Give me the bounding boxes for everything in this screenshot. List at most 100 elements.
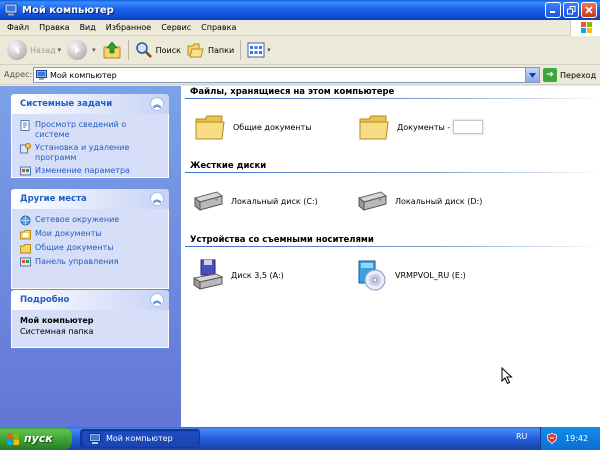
go-button[interactable]: ➔ Переход bbox=[543, 67, 596, 83]
add-remove-programs-link[interactable]: Установка и удаление программ bbox=[20, 143, 162, 163]
details-header[interactable]: Подробно ︽ bbox=[11, 290, 169, 310]
other-places-title: Другие места bbox=[20, 194, 87, 204]
my-documents-icon bbox=[20, 230, 31, 240]
collapse-icon[interactable]: ︽ bbox=[150, 192, 164, 206]
close-button[interactable] bbox=[581, 2, 597, 18]
go-arrow-icon: ➔ bbox=[543, 68, 557, 82]
up-folder-button[interactable] bbox=[99, 38, 125, 62]
system-tray: 19:42 bbox=[540, 427, 600, 450]
my-computer-icon bbox=[89, 432, 101, 444]
details-title: Подробно bbox=[20, 295, 70, 305]
my-computer-icon bbox=[36, 69, 47, 80]
search-label: Поиск bbox=[155, 45, 181, 55]
menu-view[interactable]: Вид bbox=[75, 23, 101, 32]
floppy-drive-icon bbox=[192, 259, 224, 290]
restore-icon bbox=[566, 5, 575, 14]
address-input[interactable]: Мой компьютер bbox=[33, 67, 540, 83]
view-system-info-link[interactable]: Просмотр сведений о системе bbox=[20, 120, 162, 140]
group-divider bbox=[185, 246, 600, 247]
item-cd-drive-e[interactable]: VRMPVOL_RU (E:) bbox=[355, 258, 466, 292]
minimize-icon bbox=[550, 11, 555, 13]
menu-help[interactable]: Справка bbox=[196, 23, 241, 32]
redacted-username bbox=[453, 120, 484, 134]
search-button[interactable]: Поиск bbox=[132, 38, 184, 62]
menu-file[interactable]: Файл bbox=[2, 23, 34, 32]
chevron-down-icon[interactable]: ▾ bbox=[58, 46, 62, 54]
control-panel-link[interactable]: Панель управления bbox=[20, 257, 162, 268]
cd-drive-icon bbox=[358, 260, 386, 291]
task-pane: Системные задачи ︽ Просмотр сведений о с… bbox=[0, 86, 181, 427]
system-tasks-panel: Системные задачи ︽ Просмотр сведений о с… bbox=[11, 94, 169, 178]
network-places-link[interactable]: Сетевое окружение bbox=[20, 215, 162, 226]
collapse-icon[interactable]: ︽ bbox=[150, 293, 164, 307]
menu-bar: Файл Правка Вид Избранное Сервис Справка bbox=[0, 20, 600, 36]
system-info-icon bbox=[20, 120, 30, 131]
back-label: Назад bbox=[30, 45, 56, 55]
menu-favorites[interactable]: Избранное bbox=[101, 23, 156, 32]
forward-arrow-icon bbox=[67, 40, 88, 60]
control-panel-icon bbox=[20, 257, 31, 267]
clock: 19:42 bbox=[565, 434, 589, 443]
network-places-icon bbox=[20, 215, 31, 226]
item-local-disk-d[interactable]: Локальный диск (D:) bbox=[355, 184, 482, 218]
back-arrow-icon bbox=[7, 40, 27, 60]
hard-disk-icon bbox=[357, 191, 388, 212]
address-label: Адрес: bbox=[4, 70, 33, 79]
close-icon bbox=[585, 6, 593, 14]
chevron-down-icon bbox=[529, 72, 536, 78]
shared-documents-link[interactable]: Общие документы bbox=[20, 243, 162, 254]
address-dropdown[interactable] bbox=[525, 68, 539, 82]
address-value: Мой компьютер bbox=[50, 70, 117, 80]
content-area: Файлы, хранящиеся на этом компьютере Общ… bbox=[181, 86, 600, 427]
chevron-down-icon[interactable]: ▾ bbox=[92, 46, 96, 54]
taskbar-my-computer[interactable]: Мой компьютер bbox=[80, 429, 200, 448]
add-remove-programs-icon bbox=[20, 143, 31, 154]
collapse-icon[interactable]: ︽ bbox=[150, 97, 164, 111]
folder-icon bbox=[195, 115, 225, 140]
window-title: Мой компьютер bbox=[22, 4, 114, 16]
minimize-button[interactable] bbox=[545, 2, 561, 18]
my-documents-link[interactable]: Мои документы bbox=[20, 229, 162, 240]
up-folder-icon bbox=[103, 41, 121, 59]
toolbar-separator bbox=[127, 40, 129, 60]
item-floppy-a[interactable]: Диск 3,5 (A:) bbox=[191, 258, 284, 292]
system-tasks-header[interactable]: Системные задачи ︽ bbox=[11, 94, 169, 114]
security-shield-icon[interactable] bbox=[547, 433, 557, 444]
menu-tools[interactable]: Сервис bbox=[156, 23, 196, 32]
mouse-cursor-icon bbox=[501, 367, 513, 385]
details-type: Системная папка bbox=[20, 327, 94, 336]
address-bar: Адрес: Мой компьютер ➔ Переход bbox=[0, 65, 600, 85]
windows-logo bbox=[570, 20, 600, 36]
item-local-disk-c[interactable]: Локальный диск (C:) bbox=[191, 184, 318, 218]
other-places-panel: Другие места ︽ Сетевое окружение Мои док… bbox=[11, 189, 169, 289]
search-icon bbox=[135, 42, 152, 58]
folders-label: Папки bbox=[207, 45, 235, 55]
folders-button[interactable]: Папки bbox=[184, 38, 237, 62]
back-button[interactable]: Назад ▾ bbox=[4, 38, 64, 62]
toolbar: Назад ▾ ▾ Поиск Папки ▾ bbox=[0, 36, 600, 65]
other-places-header[interactable]: Другие места ︽ bbox=[11, 189, 169, 209]
item-user-documents[interactable]: Документы - bbox=[357, 110, 484, 144]
item-shared-documents[interactable]: Общие документы bbox=[193, 110, 312, 144]
menu-edit[interactable]: Правка bbox=[34, 23, 74, 32]
control-panel-icon bbox=[20, 166, 31, 176]
windows-flag-icon bbox=[7, 432, 19, 445]
title-bar[interactable]: Мой компьютер bbox=[0, 0, 600, 20]
start-button[interactable]: пуск bbox=[0, 427, 72, 450]
views-icon bbox=[247, 42, 265, 58]
taskbar: пуск Мой компьютер RU 19:42 bbox=[0, 427, 600, 450]
chevron-down-icon[interactable]: ▾ bbox=[267, 46, 271, 54]
group-divider bbox=[185, 98, 600, 99]
change-setting-link[interactable]: Изменение параметра bbox=[20, 166, 162, 177]
maximize-button[interactable] bbox=[563, 2, 579, 18]
group-title-removable: Устройства со съемными носителями bbox=[190, 235, 374, 245]
hard-disk-icon bbox=[193, 191, 224, 212]
group-divider bbox=[185, 172, 600, 173]
language-indicator[interactable]: RU bbox=[516, 432, 527, 441]
windows-flag-icon bbox=[581, 22, 592, 33]
details-name: Мой компьютер bbox=[20, 316, 94, 325]
toolbar-separator bbox=[240, 40, 242, 60]
folders-icon bbox=[187, 43, 204, 58]
forward-button[interactable]: ▾ bbox=[64, 38, 99, 62]
views-button[interactable]: ▾ bbox=[244, 38, 274, 62]
